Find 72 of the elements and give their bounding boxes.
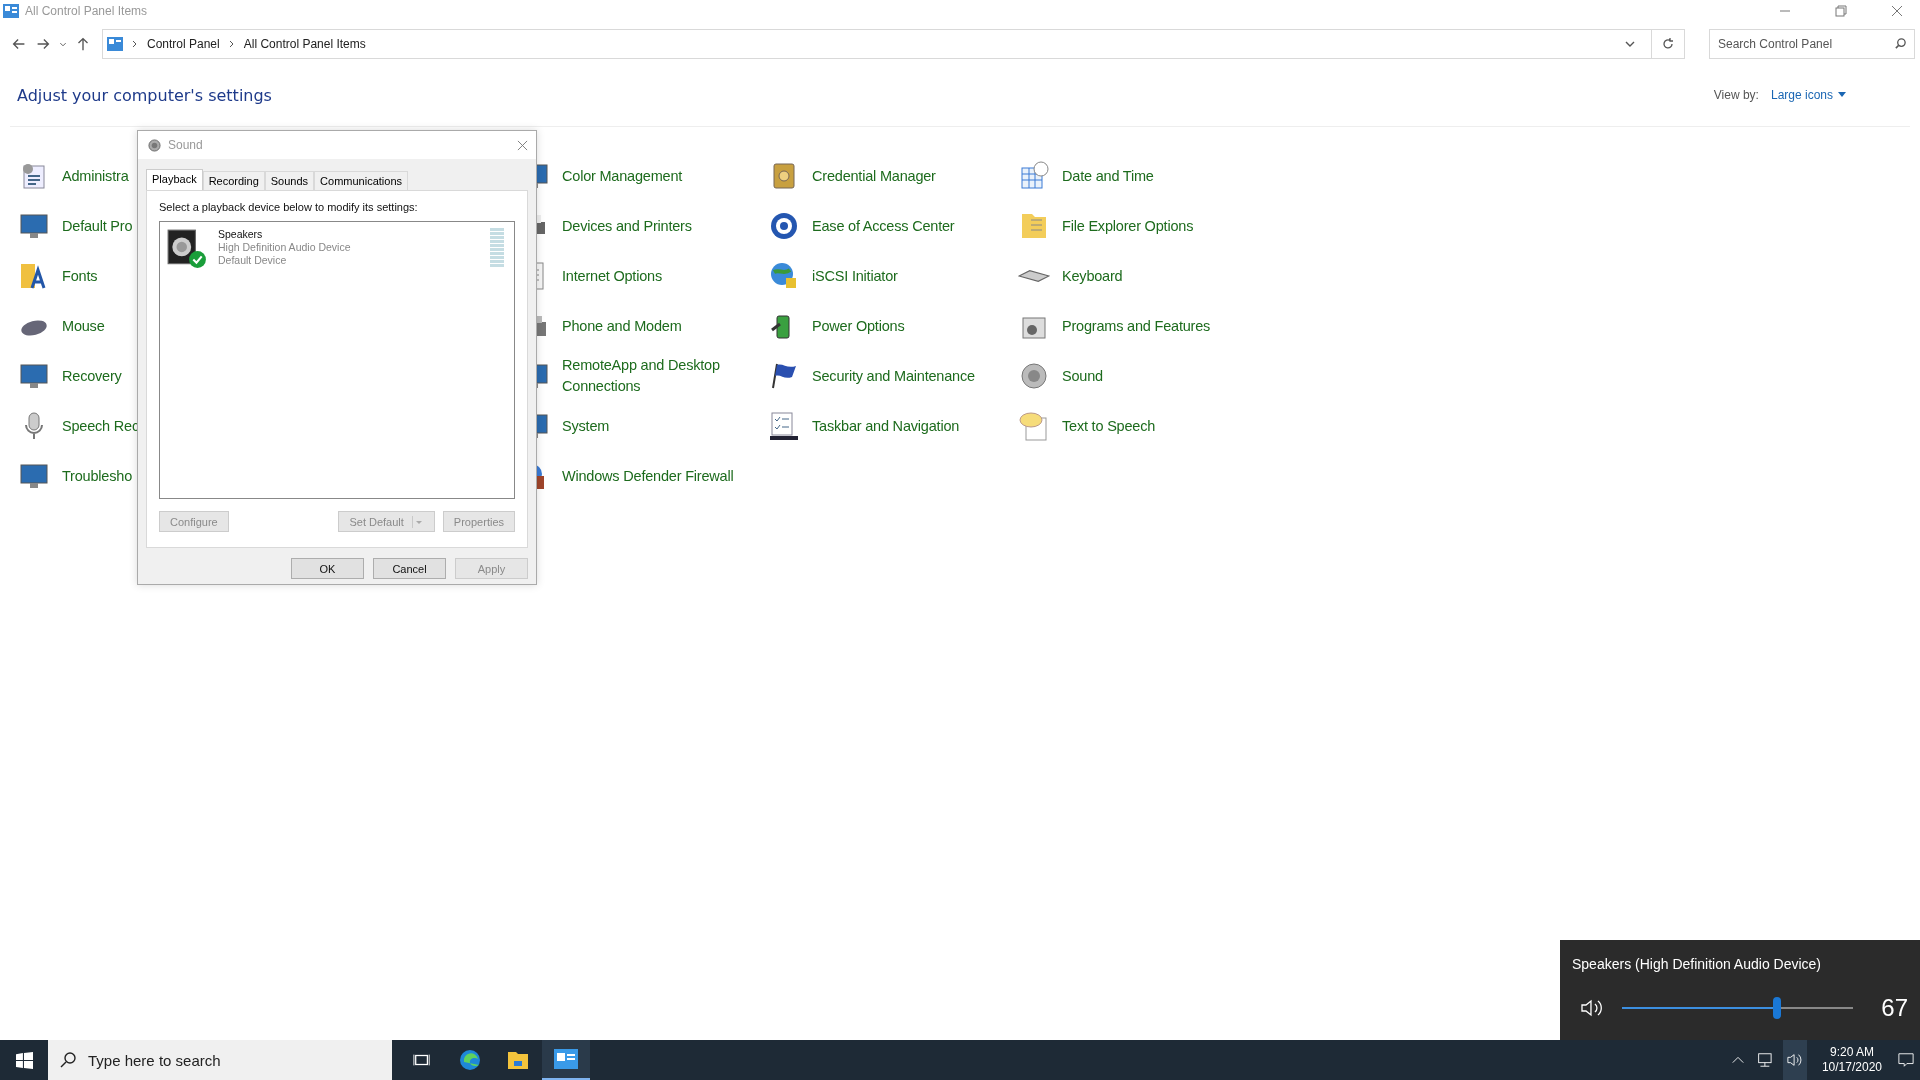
volume-icon[interactable] [1782, 1040, 1807, 1080]
breadcrumb[interactable]: Control Panel [147, 37, 220, 51]
view-by-label: View by: [1713, 88, 1759, 102]
dialog-button[interactable]: Cancel [373, 558, 446, 579]
dialog-button[interactable]: OK [291, 558, 364, 579]
control-panel-link[interactable]: Credential Manager [812, 165, 936, 187]
control-panel-link[interactable]: Security and Maintenance [812, 365, 975, 387]
speaker-icon [148, 138, 161, 152]
control-panel-link[interactable]: iSCSI Initiator [812, 265, 898, 287]
notification-icon[interactable] [1897, 1052, 1915, 1068]
clock-time[interactable]: 9:20 AM [1829, 1045, 1874, 1060]
caret-icon [1838, 92, 1846, 98]
control-panel-icon [107, 37, 123, 51]
device-status: Default Device [218, 254, 288, 267]
caret-icon [411, 515, 424, 528]
search-icon [1894, 37, 1907, 50]
device-name: Speakers (High Definition Audio Device) [1572, 956, 1822, 972]
control-panel-link[interactable]: Sound [1062, 365, 1103, 387]
address-bar[interactable]: Control Panel All Control Panel Items [102, 29, 1685, 59]
speech-bubble-icon [1018, 410, 1050, 442]
control-panel-link[interactable]: RemoteApp and Desktop Connections [562, 355, 737, 397]
control-panel-link[interactable]: Windows Defender Firewall [562, 465, 734, 487]
control-panel-icon [3, 4, 19, 18]
device-name[interactable]: Speakers [218, 228, 351, 241]
control-panel-link[interactable]: Recovery [62, 365, 122, 387]
slider-thumb[interactable] [1772, 997, 1781, 1019]
control-panel-taskbar-button[interactable] [542, 1040, 590, 1080]
control-panel-icon [554, 1049, 578, 1069]
control-panel-link[interactable]: Troublesho [62, 465, 132, 487]
control-panel-link[interactable]: Mouse [62, 315, 105, 337]
breadcrumb[interactable]: All Control Panel Items [243, 37, 366, 51]
control-panel-link[interactable]: Internet Options [562, 265, 662, 287]
control-panel-link[interactable]: Ease of Access Center [812, 215, 955, 237]
tab[interactable]: Recording [202, 171, 265, 190]
grid-icon [15, 1051, 33, 1069]
page-heading: Adjust your computer's settings [17, 85, 272, 105]
view-by-dropdown[interactable]: Large icons [1770, 88, 1846, 102]
control-panel-link[interactable]: Text to Speech [1062, 415, 1156, 437]
device-description: High Definition Audio Device [218, 241, 351, 254]
dialog-title: Sound [168, 138, 203, 152]
window-title: All Control Panel Items [25, 4, 148, 18]
control-panel-link[interactable]: Default Pro [62, 215, 133, 237]
control-panel-link[interactable]: Keyboard [1062, 265, 1123, 287]
control-panel-link[interactable]: Fonts [62, 265, 98, 287]
search-field[interactable]: Search Control Panel [1709, 29, 1915, 59]
chevron-right-icon [227, 39, 236, 49]
chevron-right-icon [131, 39, 139, 49]
control-panel-link[interactable]: Phone and Modem [562, 315, 682, 337]
speaker-icon [1018, 360, 1050, 392]
checklist-icon [768, 410, 800, 442]
control-panel-link[interactable]: Speech Rec [62, 415, 139, 437]
instruction-text: Select a playback device below to modify its settings: [159, 201, 419, 213]
control-panel-link[interactable]: Power Options [812, 315, 905, 337]
control-panel-link[interactable]: System [562, 415, 610, 437]
accessibility-icon [768, 210, 800, 242]
tab[interactable]: Sounds [264, 171, 315, 190]
control-panel-link[interactable]: Devices and Printers [562, 215, 692, 237]
volume-reading: 67 [1881, 994, 1908, 1022]
control-panel-link[interactable]: File Explorer Options [1062, 215, 1194, 237]
calendar-icon [1018, 160, 1050, 192]
refresh-icon [1661, 37, 1675, 51]
control-panel-link[interactable]: Date and Time [1062, 165, 1154, 187]
clock-date[interactable]: 10/17/2020 [1821, 1060, 1882, 1075]
control-panel-link[interactable]: Color Management [562, 165, 683, 187]
volume-meter [490, 228, 504, 268]
control-panel-link[interactable]: Administra [62, 165, 129, 187]
close-icon[interactable] [517, 139, 528, 151]
control-panel-link[interactable]: Taskbar and Navigation [812, 415, 960, 437]
control-panel-link[interactable]: Programs and Features [1062, 315, 1211, 337]
tab[interactable]: Communications [314, 171, 408, 190]
taskbar-search-field[interactable]: Type here to search [48, 1040, 392, 1080]
tab[interactable]: Playback [146, 169, 203, 190]
